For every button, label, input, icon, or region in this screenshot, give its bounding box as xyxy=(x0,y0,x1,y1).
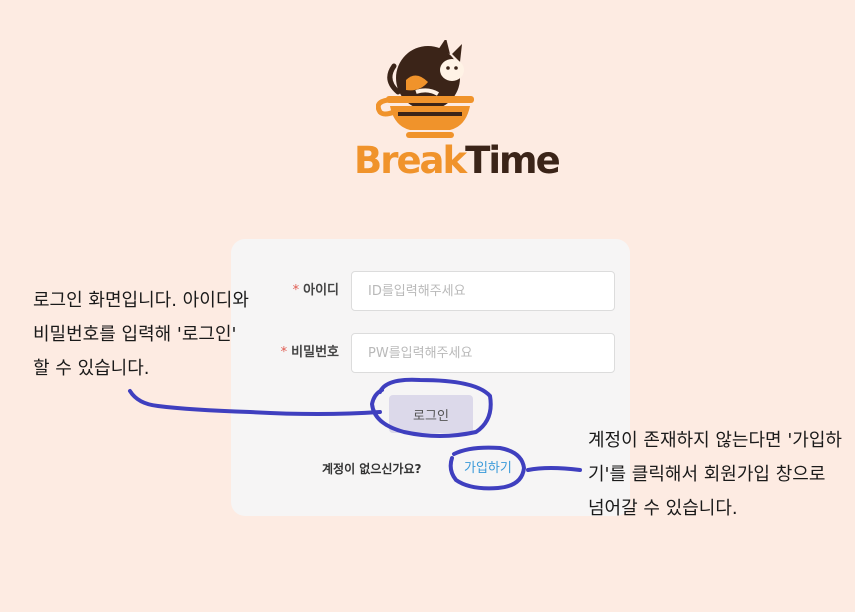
id-row: * 아이디 xyxy=(231,271,630,311)
id-label-text: 아이디 xyxy=(303,283,339,298)
annotation-note-login: 로그인 화면입니다. 아이디와 비밀번호를 입력해 '로그인' 할 수 있습니다… xyxy=(33,290,249,379)
password-label-text: 비밀번호 xyxy=(291,345,339,360)
login-button[interactable]: 로그인 xyxy=(389,395,473,433)
signup-link[interactable]: 가입하기 xyxy=(464,459,512,479)
brand-wordmark-time: Time xyxy=(465,139,561,182)
id-label: * 아이디 xyxy=(293,271,339,311)
brand-wordmark: BreakTime xyxy=(354,139,561,182)
password-row: * 비밀번호 xyxy=(231,333,630,373)
annotation-note-signup: 계정이 존재하지 않는다면 '가입하기'를 클릭해서 회원가입 창으로 넘어갈 … xyxy=(588,430,842,519)
password-input[interactable] xyxy=(351,333,615,373)
id-input[interactable] xyxy=(351,271,615,311)
brand-logo: BreakTime xyxy=(340,38,561,188)
login-card: *아이디 *비밀번호 로그인 계정이 없으신가요? 가입하기 xyxy=(231,239,630,516)
password-label: * 비밀번호 xyxy=(281,333,339,373)
cat-cup-icon xyxy=(376,40,474,138)
signup-question: 계정이 없으신가요? xyxy=(322,462,422,476)
required-mark: * xyxy=(292,283,300,298)
required-mark: * xyxy=(280,345,288,360)
brand-wordmark-break: Break xyxy=(354,139,467,182)
